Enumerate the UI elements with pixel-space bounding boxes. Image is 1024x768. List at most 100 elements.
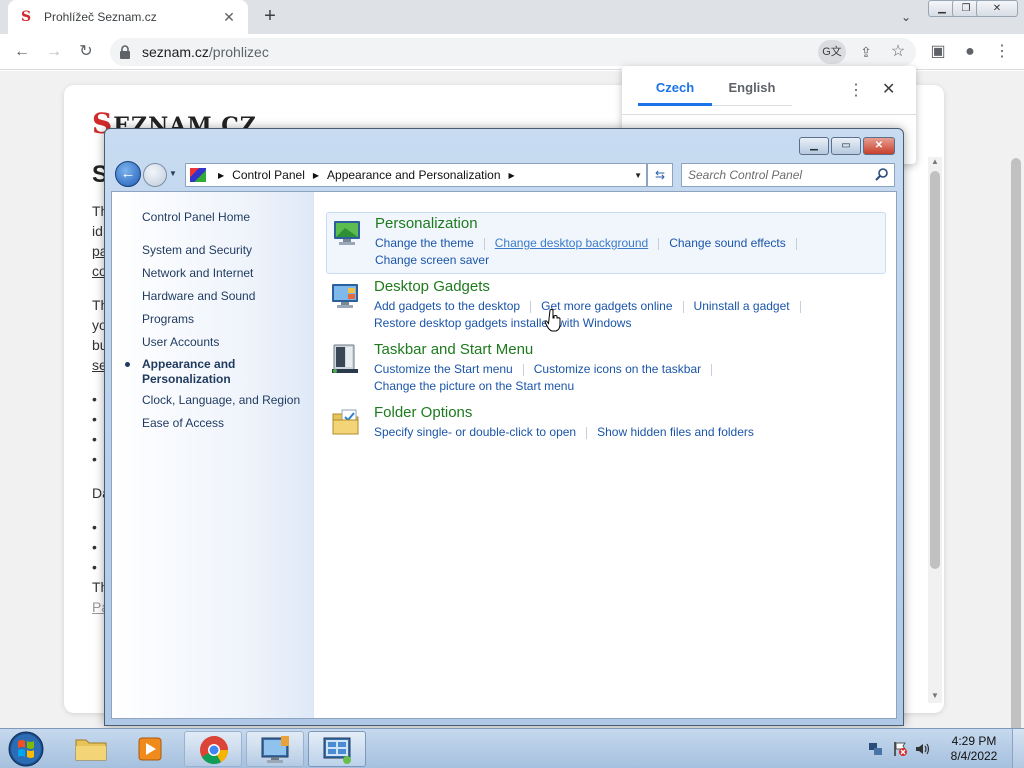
nav-ease-of-access[interactable]: Ease of Access [142,416,224,430]
search-box[interactable] [681,163,895,187]
taskbar-media-player[interactable] [122,731,180,767]
scroll-up-icon[interactable]: ▲ [928,157,942,169]
link-change-screen-saver[interactable]: Change screen saver [375,253,489,267]
nav-network-internet[interactable]: Network and Internet [142,266,253,280]
back-button[interactable]: ← [115,161,141,187]
category-links: Add gadgets to the desktop Get more gadge… [374,298,874,332]
bookmark-star-icon[interactable]: ☆ [886,40,910,64]
monitor-icon [261,736,289,763]
breadcrumb-arrow-icon[interactable]: ▶ [218,171,224,180]
nav-user-accounts[interactable]: User Accounts [142,335,219,349]
link-separator [522,363,524,376]
forward-button[interactable] [143,163,167,187]
breadcrumb[interactable]: ▶ Control Panel ▶ Appearance and Persona… [185,163,647,187]
control-panel-window: ▁ ▭ ✕ ← ▼ ▶ Control Panel ▶ Appearance a… [104,128,904,726]
category-folder-options: Folder Options Specify single- or double… [326,402,886,446]
nav-clock-language-region[interactable]: Clock, Language, and Region [142,393,300,407]
address-dropdown-icon[interactable]: ▼ [634,171,642,180]
address-bar[interactable]: seznam.cz/prohlizec G文 ⇪ ☆ [110,38,916,66]
personalization-icon [334,221,360,245]
taskbar-explorer[interactable] [62,731,120,767]
breadcrumb-appearance[interactable]: Appearance and Personalization [327,168,500,182]
nav-appearance-personalization[interactable]: Appearance and Personalization [142,357,235,387]
tab-search-chevron-icon[interactable]: ⌄ [896,7,916,27]
action-center-flag-icon[interactable] [892,741,908,757]
browser-close-button[interactable]: ✕ [976,0,1018,17]
clock-time: 4:29 PM [951,734,997,748]
translate-tab-czech[interactable]: Czech [638,80,712,106]
minimize-button[interactable]: ▁ [799,137,829,155]
page-scrollbar[interactable]: ▲ ▼ [928,157,942,703]
volume-icon[interactable] [914,741,930,757]
menu-kebab-icon[interactable]: ⋮ [990,40,1014,64]
search-input[interactable] [682,164,872,186]
link-add-gadgets[interactable]: Add gadgets to the desktop [374,299,520,313]
nav-hardware-sound[interactable]: Hardware and Sound [142,289,255,303]
back-arrow-icon[interactable]: ← [10,40,34,64]
nav-control-panel-home[interactable]: Control Panel Home [142,210,250,224]
nav-programs[interactable]: Programs [142,312,194,326]
window-scrollbar[interactable] [1008,142,1024,768]
category-title[interactable]: Personalization [375,215,478,232]
link-show-hidden-files[interactable]: Show hidden files and folders [597,425,754,439]
category-links: Customize the Start menu Customize icons … [374,361,874,395]
forward-arrow-icon[interactable]: → [42,40,66,64]
category-title[interactable]: Taskbar and Start Menu [374,341,533,358]
nav-system-security[interactable]: System and Security [142,243,252,257]
link-uninstall-gadget[interactable]: Uninstall a gadget [694,299,790,313]
translate-tab-english[interactable]: English [712,80,792,106]
recent-pages-chevron-icon[interactable]: ▼ [169,169,177,178]
link-single-double-click[interactable]: Specify single- or double-click to open [374,425,576,439]
maximize-button[interactable]: ▭ [831,137,861,155]
tab-close-icon[interactable]: ✕ [220,9,238,26]
network-icon[interactable] [868,741,884,757]
page-text: id [92,223,103,239]
page-bullet: • [92,539,97,555]
active-bullet-icon [125,362,130,367]
show-desktop-button[interactable] [1012,729,1024,768]
window-scrollbar-thumb[interactable] [1011,158,1021,758]
link-customize-taskbar-icons[interactable]: Customize icons on the taskbar [534,362,701,376]
taskbar-control-panel[interactable] [308,731,366,767]
profile-avatar-icon[interactable]: ● [958,40,982,64]
browser-tab-strip: S Prohlížeč Seznam.cz ✕ + ⌄ ▁ ❐ ✕ [0,0,1024,34]
browser-tab[interactable]: S Prohlížeč Seznam.cz ✕ [8,0,248,34]
folder-options-icon [332,409,359,435]
new-tab-button[interactable]: + [258,4,282,28]
category-taskbar-start-menu: Taskbar and Start Menu Customize the Sta… [326,339,886,399]
lock-icon [120,45,130,59]
taskbar-remote-desktop[interactable] [246,731,304,767]
page-bullet: • [92,519,97,535]
reload-icon[interactable]: ↻ [74,40,98,64]
link-change-sound-effects[interactable]: Change sound effects [669,236,786,250]
translate-more-icon[interactable]: ⋮ [848,80,864,100]
breadcrumb-arrow-icon[interactable]: ▶ [313,171,319,180]
taskbar-chrome[interactable] [184,731,242,767]
task-pane: Control Panel Home System and Security N… [112,192,314,718]
close-button[interactable]: ✕ [863,137,895,155]
refresh-button[interactable]: ⇆ [647,163,673,187]
breadcrumb-control-panel[interactable]: Control Panel [232,168,305,182]
link-change-theme[interactable]: Change the theme [375,236,474,250]
breadcrumb-arrow-icon[interactable]: ▶ [509,171,515,180]
translate-icon[interactable]: G文 [818,40,846,64]
category-links: Change the theme Change desktop backgroun… [375,235,875,269]
link-restore-gadgets[interactable]: Restore desktop gadgets installed with W… [374,316,631,330]
link-customize-start-menu[interactable]: Customize the Start menu [374,362,513,376]
category-title[interactable]: Folder Options [374,404,472,421]
link-change-desktop-background[interactable]: Change desktop background [495,236,648,250]
clock[interactable]: 4:29 PM 8/4/2022 [940,734,1008,764]
scrollbar-thumb[interactable] [930,171,940,569]
search-icon[interactable] [874,167,890,183]
media-player-icon [138,737,162,761]
side-panel-icon[interactable]: ▣ [926,40,950,64]
scroll-down-icon[interactable]: ▼ [928,691,942,703]
link-separator [586,426,588,439]
translate-close-icon[interactable]: ✕ [882,79,895,99]
start-button-icon[interactable] [4,729,48,768]
category-title[interactable]: Desktop Gadgets [374,278,490,295]
page-bullet: • [92,431,97,447]
share-icon[interactable]: ⇪ [854,40,878,64]
link-change-start-picture[interactable]: Change the picture on the Start menu [374,379,574,393]
hand-cursor-icon [544,309,561,332]
